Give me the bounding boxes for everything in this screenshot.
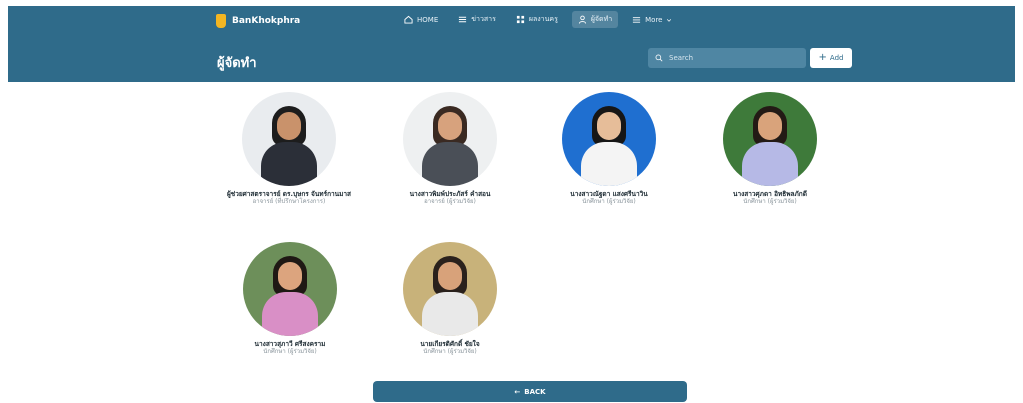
member-card[interactable]: นายเกียรติศักดิ์ ชัยใจ นักศึกษา (ผู้ร่วม… [360,242,540,356]
nav-item-news[interactable]: ข่าวสาร [452,11,502,28]
member-card[interactable]: นางสาวสุภาวี ศรีสงคราม นักศึกษา (ผู้ร่วม… [200,242,380,356]
member-name: นางสาวณัฐดา แสงศรีนาวิน [570,190,648,198]
back-button-label: BACK [524,387,546,396]
member-name: ผู้ช่วยศาสตราจารย์ ดร.บุษกร จันทร์กานมาส [226,190,352,198]
member-role: นักศึกษา (ผู้ร่วมวิจัย) [743,198,797,205]
body-shape [261,142,317,186]
nav-label: ข่าวสาร [471,15,496,23]
member-name: นางสาวสุภาวี ศรีสงคราม [254,340,326,348]
face-shape [758,112,782,140]
member-avatar [243,242,337,336]
menu-icon [633,17,641,23]
user-icon [578,15,586,24]
grid-icon [516,15,524,24]
body-shape [742,142,798,186]
nav-label: ผู้จัดทำ [590,15,613,23]
member-role: นักศึกษา (ผู้ร่วมวิจัย) [263,348,317,355]
body-shape [262,292,318,336]
member-card[interactable]: นางสาวพิมพ์ประภัสร์ คำสอน อาจารย์ (ผู้ร่… [360,92,540,206]
member-role: อาจารย์ (ผู้ร่วมวิจัย) [424,198,476,205]
brand-logo-icon [216,14,226,28]
search-box[interactable] [648,48,806,68]
member-name: นางสาวพิมพ์ประภัสร์ คำสอน [409,190,491,198]
list-icon [459,16,467,23]
nav-item-works[interactable]: ผลงานครู [510,11,564,28]
member-avatar [562,92,656,186]
nav-label: HOME [417,15,439,24]
search-icon [655,54,663,62]
plus-icon: + [818,52,827,63]
face-shape [438,262,462,290]
page-title: ผู้จัดทำ [217,56,257,71]
member-avatar [242,92,336,186]
add-button[interactable]: + Add [810,48,852,68]
member-avatar [723,92,817,186]
home-icon [404,15,413,24]
nav-label: More [645,15,663,24]
face-shape [277,112,301,140]
member-avatar [403,92,497,186]
header-bar: BanKhokphra HOME ข่าวสาร ผลงานครู ผู้จัด… [8,6,1015,82]
nav-item-home[interactable]: HOME [398,12,444,27]
member-avatar [403,242,497,336]
nav-label: ผลงานครู [528,15,558,23]
member-card[interactable]: นางสาวณัฐดา แสงศรีนาวิน นักศึกษา (ผู้ร่ว… [519,92,699,206]
member-role: นักศึกษา (ผู้ร่วมวิจัย) [582,198,636,205]
add-button-label: Add [829,54,844,62]
face-shape [278,262,302,290]
top-navbar: BanKhokphra HOME ข่าวสาร ผลงานครู ผู้จัด… [8,6,1015,36]
member-card[interactable]: ผู้ช่วยศาสตราจารย์ ดร.บุษกร จันทร์กานมาส… [199,92,379,206]
member-role: อาจารย์ (ที่ปรึกษาโครงการ) [252,198,326,205]
body-shape [422,142,478,186]
face-shape [438,112,462,140]
body-shape [422,292,478,336]
nav-item-creators[interactable]: ผู้จัดทำ [571,11,619,28]
member-role: นักศึกษา (ผู้ร่วมวิจัย) [423,348,477,355]
face-shape [597,112,621,140]
chevron-down-icon [667,18,672,22]
member-name: นายเกียรติศักดิ์ ชัยใจ [420,340,480,348]
main-nav: HOME ข่าวสาร ผลงานครู ผู้จัดทำ More [398,11,678,28]
body-shape [581,142,637,186]
member-name: นางสาวศุภดา อิทธิพลภักดี [733,190,807,198]
search-input[interactable] [667,53,801,63]
arrow-left-icon: ← [514,387,521,396]
brand[interactable]: BanKhokphra [216,14,300,28]
back-button[interactable]: ← BACK [373,381,687,402]
member-card[interactable]: นางสาวศุภดา อิทธิพลภักดี นักศึกษา (ผู้ร่… [680,92,860,206]
brand-name: BanKhokphra [232,16,301,26]
nav-item-more[interactable]: More [626,12,678,27]
